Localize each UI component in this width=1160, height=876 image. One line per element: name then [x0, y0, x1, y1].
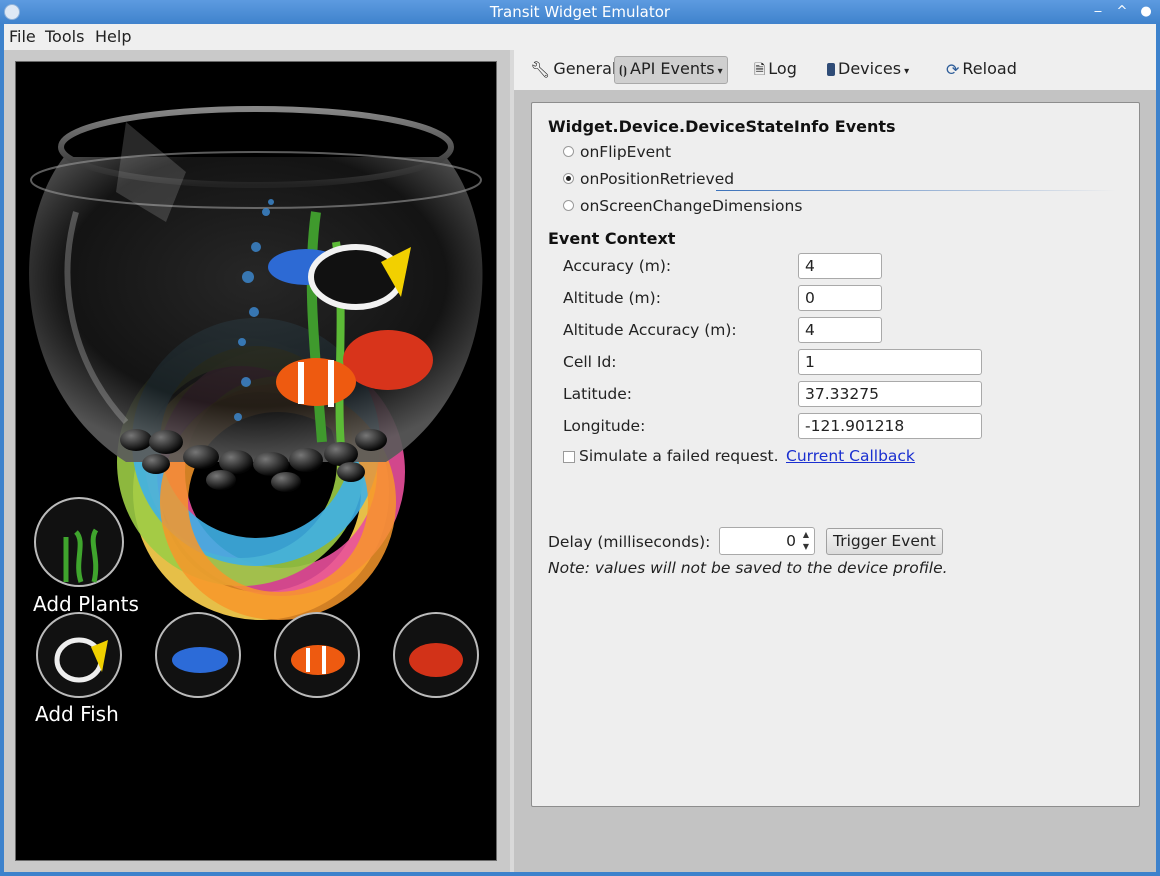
note-text: Note: values will not be saved to the de…: [548, 559, 948, 577]
chevron-down-icon: ▾: [904, 66, 910, 77]
close-icon[interactable]: ●: [1138, 4, 1154, 20]
accuracy-field[interactable]: [798, 253, 882, 279]
maximize-icon[interactable]: ^: [1114, 4, 1130, 20]
wrench-icon: 🔧︎: [530, 59, 551, 79]
focus-indicator: [716, 190, 1116, 191]
general-button[interactable]: 🔧︎ General: [526, 56, 620, 82]
simulate-failed-checkbox[interactable]: [563, 451, 575, 463]
altitude-accuracy-field[interactable]: [798, 317, 882, 343]
latitude-field[interactable]: [798, 381, 982, 407]
inspector-pane: 🔧︎ General ⦗⦘ API Events ▾ 🗎 Log Devices ▾ ⟳ R…: [514, 50, 1156, 872]
plant-bowl: [34, 497, 124, 587]
devices-button[interactable]: Devices ▾: [823, 56, 913, 82]
accuracy-label: Accuracy (m):: [563, 257, 672, 275]
api-events-button[interactable]: ⦗⦘ API Events ▾: [614, 56, 728, 84]
title-bar: Transit Widget Emulator ‒ ^ ●: [0, 0, 1160, 24]
event-context-heading: Event Context: [548, 229, 676, 248]
spin-up-icon[interactable]: ▲: [800, 529, 812, 541]
client-area: Add Plants Add Fish 🔧︎ General ⦗⦘ API Even…: [4, 50, 1156, 872]
toolbar: 🔧︎ General ⦗⦘ API Events ▾ 🗎 Log Devices ▾ ⟳ R…: [514, 50, 1156, 90]
widget-screen[interactable]: Add Plants Add Fish: [15, 61, 497, 861]
add-plants-label[interactable]: Add Plants: [33, 592, 139, 616]
window-title: Transit Widget Emulator: [489, 3, 671, 21]
aquarium-graphic: [29, 106, 483, 698]
delay-value: 0: [786, 532, 796, 550]
device-pane: Add Plants Add Fish: [4, 50, 510, 872]
radio-button-selected[interactable]: [563, 173, 574, 184]
delay-spinbox[interactable]: 0 ▲ ▼: [719, 527, 815, 555]
log-button[interactable]: 🗎 Log: [750, 56, 801, 82]
menu-bar: File Tools Help: [0, 24, 1160, 50]
menu-file[interactable]: File: [9, 27, 36, 46]
reload-button[interactable]: ⟳ Reload: [942, 56, 1021, 82]
menu-tools[interactable]: Tools: [45, 27, 84, 46]
latitude-label: Latitude:: [563, 385, 633, 403]
minimize-icon[interactable]: ‒: [1090, 4, 1106, 20]
current-callback-link[interactable]: Current Callback: [786, 447, 915, 465]
longitude-field[interactable]: [798, 413, 982, 439]
altitude-accuracy-label: Altitude Accuracy (m):: [563, 321, 737, 339]
menu-help[interactable]: Help: [95, 27, 131, 46]
cell-id-field[interactable]: [798, 349, 982, 375]
simulate-failed-label: Simulate a failed request.: [579, 447, 779, 465]
document-icon: 🗎: [754, 61, 766, 78]
spin-down-icon[interactable]: ▼: [800, 541, 812, 553]
radio-button[interactable]: [563, 146, 574, 157]
altitude-field[interactable]: [798, 285, 882, 311]
cell-id-label: Cell Id:: [563, 353, 617, 371]
api-events-panel: Widget.Device.DeviceStateInfo Events onF…: [531, 102, 1140, 807]
radio-button[interactable]: [563, 200, 574, 211]
events-icon: ⦗⦘: [619, 62, 627, 77]
delay-label: Delay (milliseconds):: [548, 533, 711, 551]
trigger-event-button[interactable]: Trigger Event: [826, 528, 943, 555]
chevron-down-icon: ▾: [717, 66, 723, 77]
device-icon: [827, 63, 835, 76]
reload-icon: ⟳: [946, 59, 960, 79]
events-heading: Widget.Device.DeviceStateInfo Events: [548, 117, 896, 136]
add-fish-label[interactable]: Add Fish: [35, 702, 119, 726]
altitude-label: Altitude (m):: [563, 289, 661, 307]
longitude-label: Longitude:: [563, 417, 646, 435]
